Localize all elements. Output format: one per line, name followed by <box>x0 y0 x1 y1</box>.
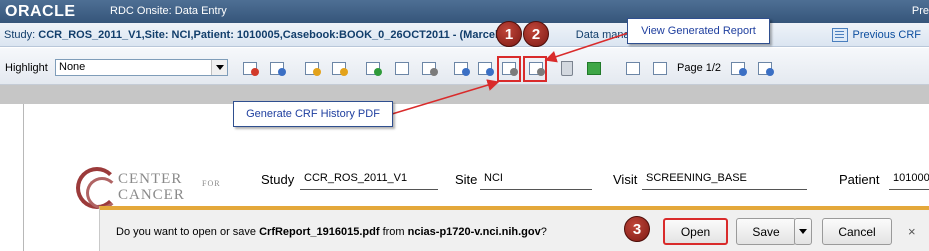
close-icon[interactable]: × <box>908 224 916 239</box>
study-field-label: Study <box>261 172 295 187</box>
logo-text-center: CENTER <box>118 171 183 187</box>
download-from-text: from <box>379 226 408 238</box>
discrepancy-icon[interactable] <box>330 60 348 76</box>
logo-text-for: FOR <box>202 179 221 188</box>
callout-view-generated-report: View Generated Report <box>627 18 770 44</box>
title-bar: ORACLE RDC Onsite: Data Entry Pre <box>0 0 929 23</box>
patient-field-underline <box>889 189 929 190</box>
add-blue-icon[interactable] <box>268 60 286 76</box>
badge-1: 1 <box>496 21 522 47</box>
logo-text-cancer: CANCER <box>118 187 185 203</box>
cancel-button-label: Cancel <box>838 224 876 239</box>
patient-field-label: Patient <box>839 172 880 187</box>
visit-field-underline <box>642 189 807 190</box>
site-field-underline <box>480 189 592 190</box>
oracle-logo: ORACLE <box>5 3 76 20</box>
badge-2-text: 2 <box>531 25 541 43</box>
last-page-icon[interactable] <box>756 60 774 76</box>
titlebar-right-text: Pre <box>911 5 929 17</box>
toolbar: Highlight None Page 1/2 <box>0 48 929 85</box>
previous-crf-label: Previous CRF <box>852 29 921 41</box>
open-button[interactable]: Open <box>663 218 728 245</box>
cancel-button[interactable]: Cancel <box>822 218 892 245</box>
trash-icon[interactable] <box>557 60 575 76</box>
download-host: ncias-p1720-v.nci.nih.gov <box>407 226 541 238</box>
site-field-value[interactable]: NCI <box>484 172 503 184</box>
approve-icon[interactable] <box>393 60 411 76</box>
site-field-label: Site <box>455 172 478 187</box>
page-indicator: Page 1/2 <box>677 62 722 74</box>
badge-2: 2 <box>523 21 549 47</box>
download-prompt: Do you want to open or save CrfReport_19… <box>116 226 547 238</box>
study-field-underline <box>300 189 438 190</box>
study-context-bar: Study: CCR_ROS_2011_V1,Site: NCI,Patient… <box>0 23 929 47</box>
app-title: RDC Onsite: Data Entry <box>110 5 227 17</box>
previous-crf-link[interactable]: Previous CRF <box>831 26 921 44</box>
patient-field-value[interactable]: 101000 <box>893 172 929 184</box>
highlight-value: None <box>59 61 86 73</box>
previous-crf-icon <box>831 28 848 42</box>
badge-3-text: 3 <box>632 220 642 238</box>
next-page-icon[interactable] <box>729 60 747 76</box>
highlight-select[interactable]: None <box>55 59 228 76</box>
save-button[interactable]: Save <box>736 218 796 245</box>
study-context-text: Study: CCR_ROS_2011_V1,Site: NCI,Patient… <box>4 29 657 41</box>
download-prompt-text: Do you want to open or save <box>116 226 260 238</box>
prev-page-icon[interactable] <box>651 60 669 76</box>
save-icon[interactable] <box>585 60 603 76</box>
save-options-chevron-down-icon[interactable] <box>794 218 812 245</box>
download-notification-bar: Do you want to open or save CrfReport_19… <box>99 206 929 251</box>
study-context: CCR_ROS_2011_V1,Site: NCI,Patient: 10100… <box>38 29 505 41</box>
badge-1-text: 1 <box>504 25 514 43</box>
save-button-label: Save <box>752 224 780 239</box>
callout-report-text: View Generated Report <box>641 25 756 37</box>
first-page-icon[interactable] <box>624 60 642 76</box>
audit-icon[interactable] <box>452 60 470 76</box>
download-question-mark: ? <box>540 226 547 238</box>
highlight-box-2 <box>523 56 547 82</box>
highlight-box-1 <box>497 56 521 82</box>
callout-generate-crf-history-pdf: Generate CRF History PDF <box>233 101 393 127</box>
form-left-border <box>23 104 24 251</box>
badge-3: 3 <box>624 216 650 242</box>
add-red-icon[interactable] <box>241 60 259 76</box>
callout-pdf-text: Generate CRF History PDF <box>246 108 380 120</box>
history-icon[interactable] <box>420 60 438 76</box>
open-button-label: Open <box>680 224 711 239</box>
form-header-strip <box>0 85 929 104</box>
download-icon[interactable] <box>476 60 494 76</box>
study-prefix: Study: <box>4 29 36 41</box>
visit-field-value[interactable]: SCREENING_BASE <box>646 172 747 184</box>
study-field-value[interactable]: CCR_ROS_2011_V1 <box>304 172 407 184</box>
chevron-down-icon[interactable] <box>211 60 227 75</box>
verify-icon[interactable] <box>364 60 382 76</box>
visit-field-label: Visit <box>613 172 638 187</box>
highlight-label: Highlight <box>5 62 48 74</box>
edit-icon[interactable] <box>303 60 321 76</box>
download-filename: CrfReport_1916015.pdf <box>259 226 380 238</box>
